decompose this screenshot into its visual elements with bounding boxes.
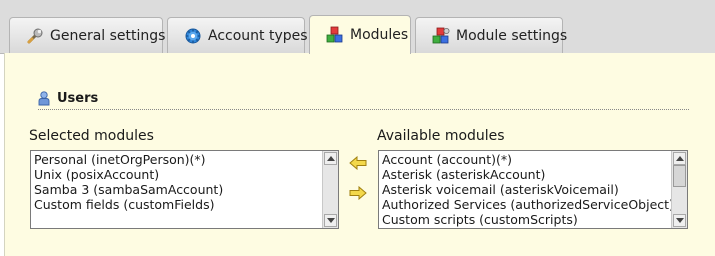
selected-modules-items: Personal (inetOrgPerson)(*) Unix (posixA…	[31, 151, 321, 212]
module-settings-icon	[432, 27, 450, 45]
list-item[interactable]: Unix (posixAccount)	[34, 167, 321, 182]
section-title: Users	[38, 91, 98, 106]
tab-label: Module settings	[456, 27, 568, 44]
tab-label: General settings	[50, 27, 166, 44]
arrow-right-icon	[349, 185, 367, 201]
list-item[interactable]: Personal (inetOrgPerson)(*)	[34, 152, 321, 167]
list-item[interactable]: Asterisk voicemail (asteriskVoicemail)	[382, 182, 670, 197]
list-item[interactable]: Asterisk (asteriskAccount)	[382, 167, 670, 182]
selected-modules-list[interactable]: Personal (inetOrgPerson)(*) Unix (posixA…	[30, 150, 339, 229]
move-right-arrow-button[interactable]	[349, 185, 367, 201]
scroll-up-button[interactable]	[673, 152, 686, 165]
scroll-thumb[interactable]	[673, 165, 686, 187]
scrollbar[interactable]	[671, 151, 687, 228]
list-item[interactable]: Samba 3 (sambaSamAccount)	[34, 182, 321, 197]
tab-module-settings[interactable]: Module settings	[415, 17, 567, 53]
modules-icon	[326, 26, 344, 44]
arrow-left-icon	[349, 155, 367, 171]
tab-bar: General settings Account types Modules M…	[0, 0, 715, 54]
section-title-text: Users	[57, 91, 99, 106]
tab-modules[interactable]: Modules	[309, 15, 411, 54]
list-item[interactable]: Custom fields (customFields)	[34, 197, 321, 212]
available-modules-list[interactable]: Account (account)(*) Asterisk (asteriskA…	[378, 150, 688, 229]
list-item[interactable]: Account (account)(*)	[382, 152, 670, 167]
tab-label: Account types	[208, 27, 308, 44]
scroll-down-button[interactable]	[673, 214, 686, 227]
list-item[interactable]: Custom scripts (customScripts)	[382, 212, 670, 227]
selected-modules-label: Selected modules	[29, 128, 154, 144]
tab-account-types[interactable]: Account types	[167, 17, 308, 53]
modules-page: General settings Account types Modules M…	[0, 0, 715, 256]
section-divider	[38, 109, 689, 110]
available-modules-items: Account (account)(*) Asterisk (asteriskA…	[379, 151, 674, 227]
scroll-down-button[interactable]	[324, 214, 337, 227]
scroll-up-button[interactable]	[324, 152, 337, 165]
scrollbar[interactable]	[322, 151, 338, 228]
tab-general-settings[interactable]: General settings	[9, 17, 166, 53]
wrench-icon	[26, 27, 44, 45]
list-item[interactable]: Authorized Services (authorizedServiceOb…	[382, 197, 674, 212]
available-modules-label: Available modules	[377, 128, 505, 144]
move-left-arrow-button[interactable]	[349, 155, 367, 171]
gear-icon	[184, 27, 202, 45]
user-icon	[38, 91, 50, 106]
tab-label: Modules	[350, 27, 409, 43]
